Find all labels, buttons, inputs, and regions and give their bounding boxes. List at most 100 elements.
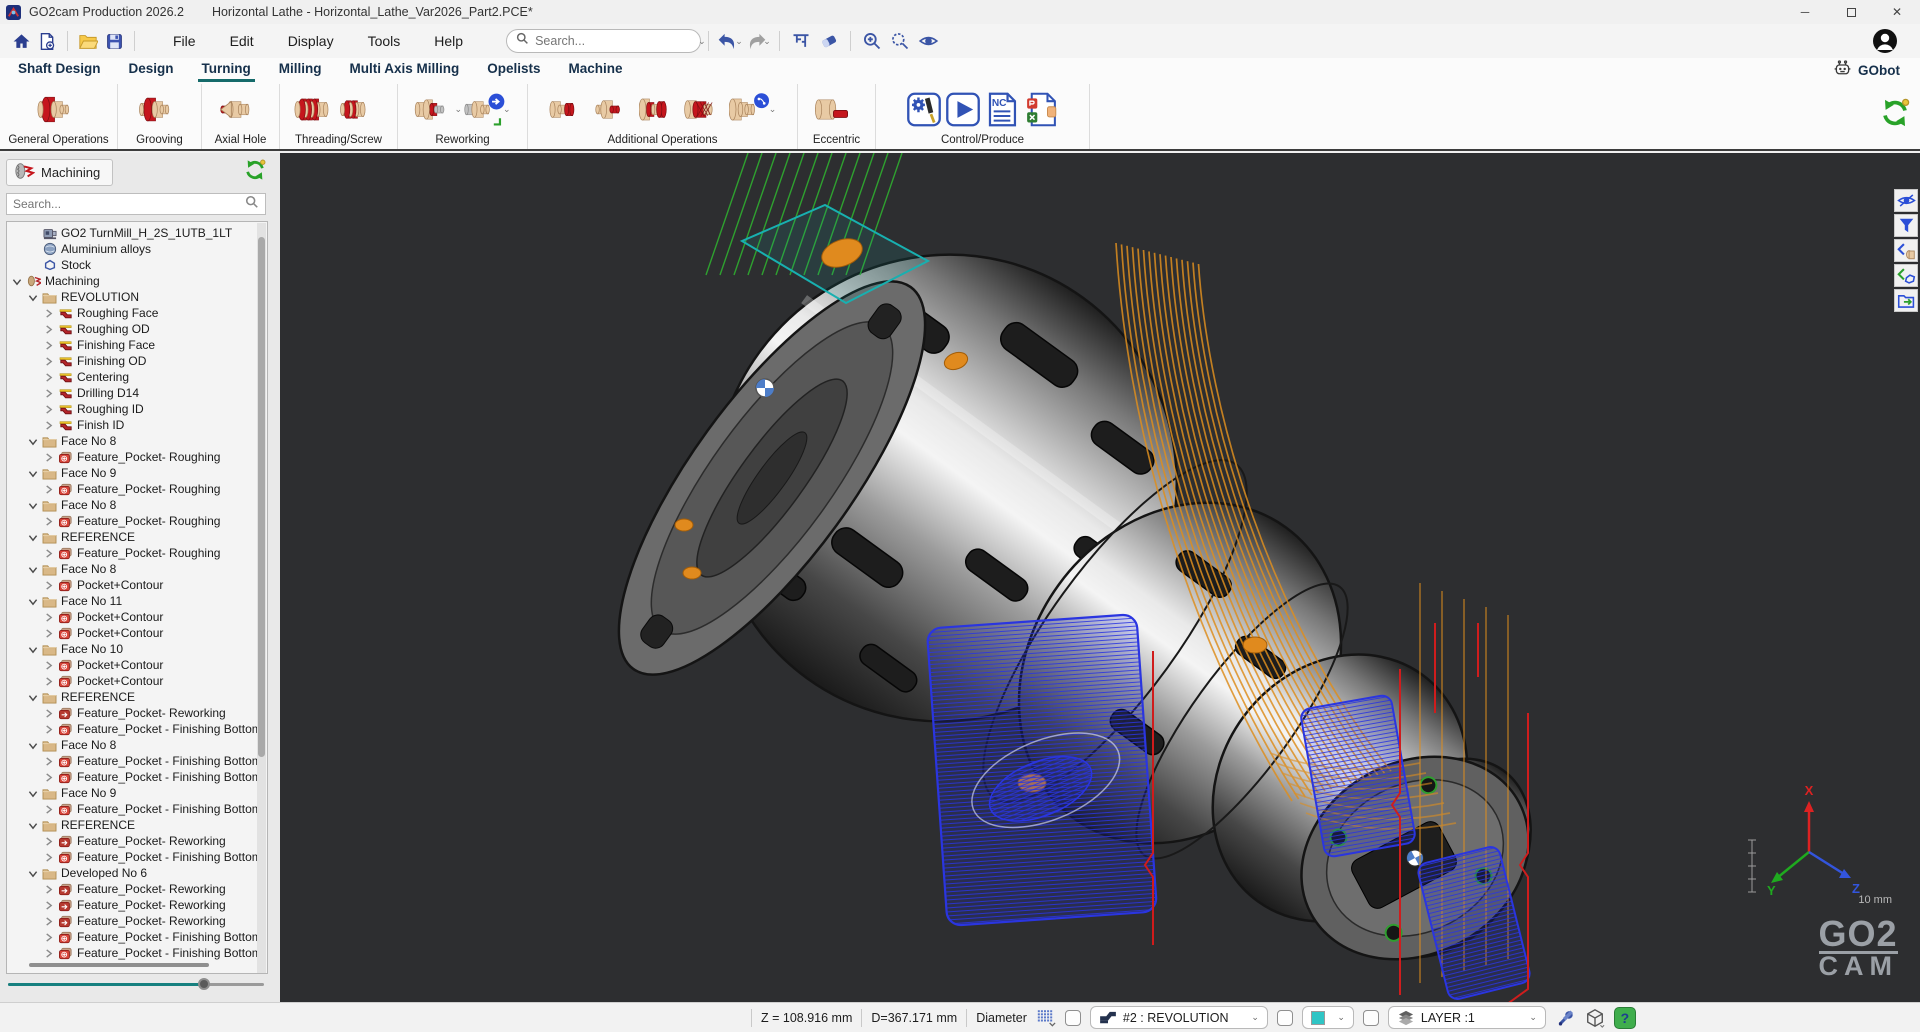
tree-item[interactable]: Stock — [7, 257, 267, 273]
previous-stock-icon[interactable] — [1894, 264, 1918, 287]
tree-item[interactable]: Feature_Pocket- Reworking — [7, 913, 267, 929]
tree-item[interactable]: Centering — [7, 369, 267, 385]
groove-tool-button[interactable] — [138, 91, 182, 128]
tree-search[interactable] — [6, 193, 266, 215]
tree-item[interactable]: Finishing OD — [7, 353, 267, 369]
viewport-3d-canvas[interactable]: X Y Z — [280, 153, 1920, 1002]
open-folder-icon[interactable] — [75, 28, 101, 54]
expander-closed-icon[interactable] — [43, 661, 54, 670]
tab-milling[interactable]: Milling — [265, 58, 336, 82]
simulation-play-button[interactable] — [944, 91, 982, 128]
new-document-icon[interactable] — [34, 28, 60, 54]
expander-open-icon[interactable] — [27, 821, 38, 830]
tree-item[interactable]: Machining — [7, 273, 267, 289]
view-cube-icon[interactable] — [1585, 1008, 1605, 1028]
expander-closed-icon[interactable] — [43, 389, 54, 398]
tree-item[interactable]: Pocket+Contour — [7, 673, 267, 689]
expander-closed-icon[interactable] — [43, 853, 54, 862]
close-button[interactable]: ✕ — [1874, 0, 1920, 24]
addop-plunge-button[interactable] — [549, 91, 593, 128]
diameter-mode-label[interactable]: Diameter — [976, 1011, 1027, 1025]
expander-closed-icon[interactable] — [43, 325, 54, 334]
turn-tool-disc-button[interactable] — [37, 91, 81, 128]
tree-item[interactable]: Feature_Pocket- Reworking — [7, 833, 267, 849]
previous-tool-icon[interactable] — [1894, 239, 1918, 262]
expander-open-icon[interactable] — [27, 741, 38, 750]
expander-open-icon[interactable] — [11, 277, 22, 286]
tree-item[interactable]: Finish ID — [7, 417, 267, 433]
expander-open-icon[interactable] — [27, 789, 38, 798]
expander-open-icon[interactable] — [27, 533, 38, 542]
tab-shaft-design[interactable]: Shaft Design — [4, 58, 115, 82]
minimize-button[interactable]: ─ — [1782, 0, 1828, 24]
save-icon[interactable] — [101, 28, 127, 54]
expander-open-icon[interactable] — [27, 501, 38, 510]
maximize-button[interactable] — [1828, 0, 1874, 24]
chevron-down-icon[interactable]: ⌄ — [769, 104, 777, 115]
rework-tool-button[interactable]: ⌄ — [414, 91, 462, 128]
measure-caliper-icon[interactable] — [787, 28, 815, 54]
expander-closed-icon[interactable] — [43, 309, 54, 318]
tab-multi-axis-milling[interactable]: Multi Axis Milling — [336, 58, 474, 82]
search-input[interactable] — [535, 34, 696, 48]
tree-item[interactable]: Face No 10 — [7, 641, 267, 657]
addop-knurl-button[interactable] — [684, 91, 728, 128]
tree-item[interactable]: Finishing Face — [7, 337, 267, 353]
color-selector[interactable]: ⌄ — [1302, 1006, 1354, 1029]
expander-open-icon[interactable] — [27, 293, 38, 302]
view-eye-icon[interactable] — [914, 28, 942, 54]
tree-item[interactable]: Feature_Pocket- Reworking — [7, 897, 267, 913]
slider-handle[interactable] — [198, 978, 210, 990]
expander-closed-icon[interactable] — [43, 805, 54, 814]
tree-item[interactable]: Roughing Face — [7, 305, 267, 321]
addop-cross-button[interactable] — [594, 91, 638, 128]
expander-open-icon[interactable] — [27, 469, 38, 478]
tree-item[interactable]: Feature_Pocket - Finishing Bottom — [7, 769, 267, 785]
expander-closed-icon[interactable] — [43, 901, 54, 910]
tree-item[interactable]: Feature_Pocket- Roughing — [7, 545, 267, 561]
expander-open-icon[interactable] — [27, 869, 38, 878]
tab-design[interactable]: Design — [115, 58, 188, 82]
menu-display[interactable]: Display — [271, 28, 351, 54]
expander-open-icon[interactable] — [27, 597, 38, 606]
color-checkbox[interactable] — [1277, 1010, 1293, 1026]
expander-closed-icon[interactable] — [43, 677, 54, 686]
tree-item[interactable]: Feature_Pocket - Finishing Bottom — [7, 945, 267, 961]
horizontal-scrollbar[interactable] — [29, 963, 209, 967]
tree-search-input[interactable] — [13, 197, 245, 211]
expander-closed-icon[interactable] — [43, 757, 54, 766]
tree-item[interactable]: Face No 11 — [7, 593, 267, 609]
expander-closed-icon[interactable] — [43, 709, 54, 718]
tree-item[interactable]: Feature_Pocket - Finishing Bottom — [7, 753, 267, 769]
tree-item[interactable]: Developed No 6 — [7, 865, 267, 881]
tree-item[interactable]: Aluminium alloys — [7, 241, 267, 257]
tree-item[interactable]: Face No 8 — [7, 433, 267, 449]
expander-closed-icon[interactable] — [43, 837, 54, 846]
expander-closed-icon[interactable] — [43, 933, 54, 942]
expander-closed-icon[interactable] — [43, 517, 54, 526]
tree-item[interactable]: Pocket+Contour — [7, 625, 267, 641]
menu-edit[interactable]: Edit — [213, 28, 271, 54]
expander-closed-icon[interactable] — [43, 773, 54, 782]
global-search[interactable]: ⌄ — [506, 29, 701, 53]
undo-icon[interactable]: ⌄ — [716, 28, 744, 54]
eccentric-tool-button[interactable] — [815, 91, 859, 128]
zoom-in-icon[interactable] — [858, 28, 886, 54]
home-icon[interactable] — [8, 28, 34, 54]
tree-item[interactable]: Roughing ID — [7, 401, 267, 417]
vertical-scrollbar[interactable] — [257, 223, 266, 974]
chevron-down-icon[interactable]: ⌄ — [454, 104, 462, 115]
tree-item[interactable]: Face No 9 — [7, 785, 267, 801]
expander-closed-icon[interactable] — [43, 549, 54, 558]
expander-open-icon[interactable] — [27, 693, 38, 702]
tree-item[interactable]: Pocket+Contour — [7, 657, 267, 673]
grid-snap-icon[interactable] — [1036, 1008, 1056, 1027]
menu-tools[interactable]: Tools — [351, 28, 418, 54]
tree-item[interactable]: Feature_Pocket- Reworking — [7, 705, 267, 721]
tree-item[interactable]: Roughing OD — [7, 321, 267, 337]
expander-closed-icon[interactable] — [43, 421, 54, 430]
tree-item[interactable]: Feature_Pocket - Finishing Bottom — [7, 721, 267, 737]
addop-cone-button[interactable] — [639, 91, 683, 128]
expander-closed-icon[interactable] — [43, 949, 54, 958]
user-account-icon[interactable] — [1872, 28, 1898, 54]
